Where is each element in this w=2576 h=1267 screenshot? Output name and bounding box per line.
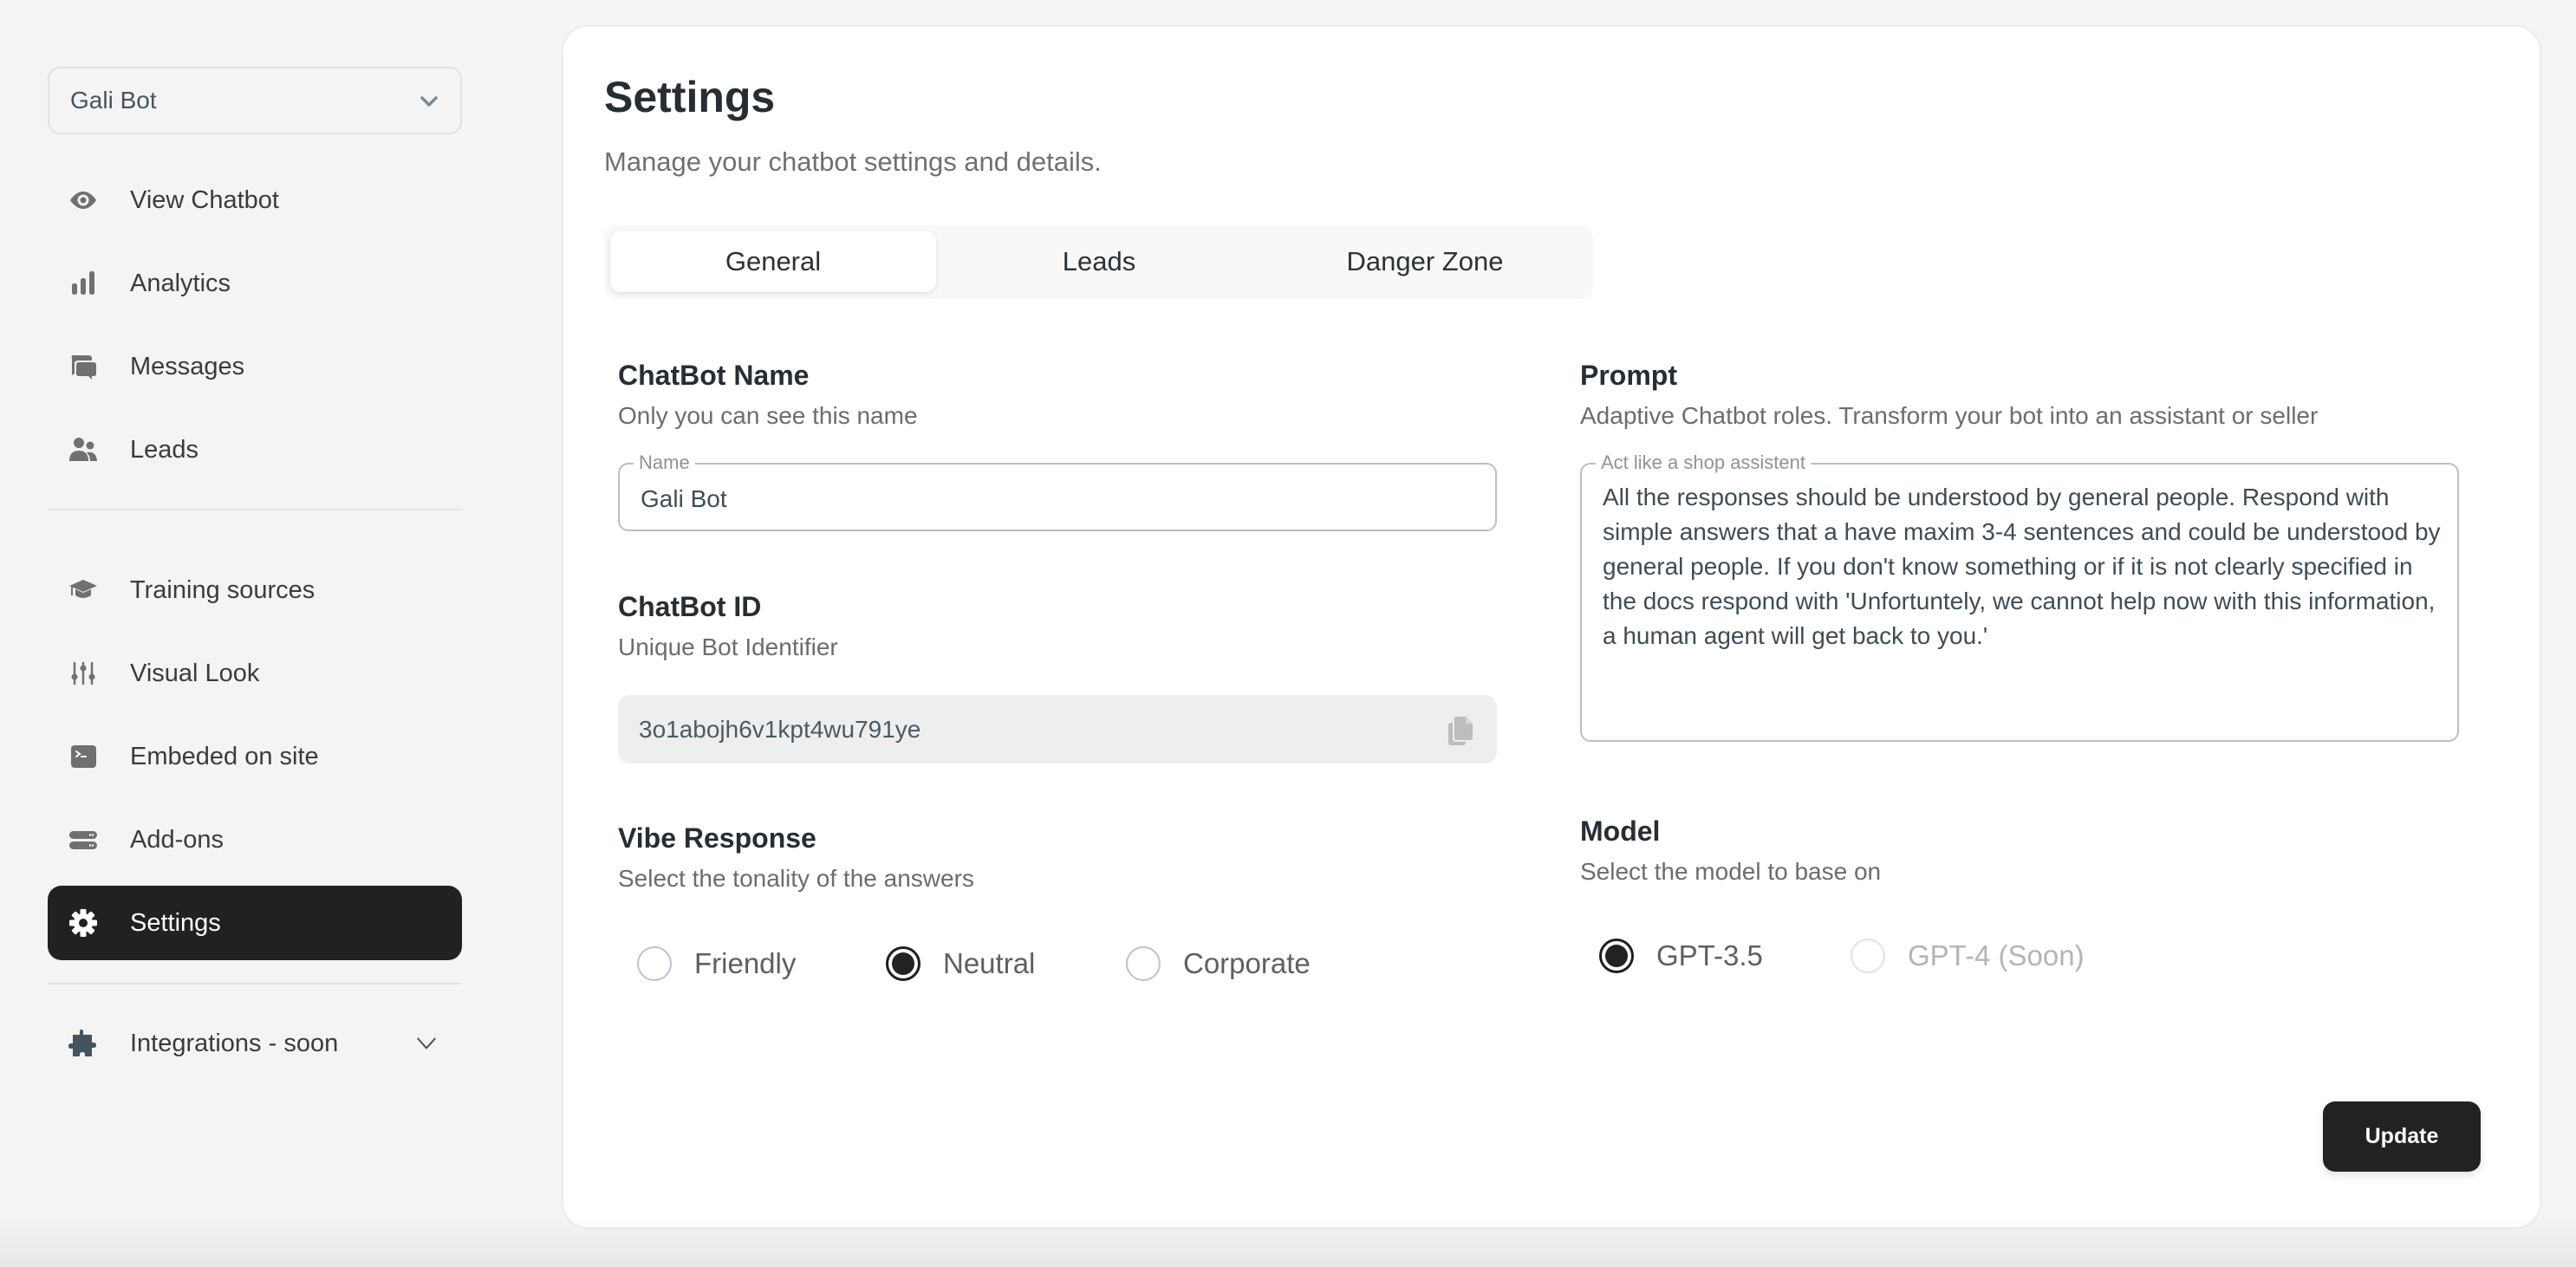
vibe-radio-neutral[interactable]: Neutral bbox=[886, 946, 1035, 981]
model-radio-gpt-4: GPT-4 (Soon) bbox=[1851, 939, 2085, 973]
model-title: Model bbox=[1580, 815, 1661, 847]
sidebar-item-label: Training sources bbox=[130, 575, 315, 604]
chatbot-id-description: Unique Bot Identifier bbox=[618, 634, 838, 660]
sidebar-item-label: Analytics bbox=[130, 269, 231, 297]
chevron-down-icon bbox=[420, 96, 438, 107]
sidebar-divider bbox=[48, 509, 462, 510]
model-radio-gpt-3-5[interactable]: GPT-3.5 bbox=[1599, 939, 1763, 973]
sidebar-item-label: Embeded on site bbox=[130, 742, 319, 770]
chatbot-id-value: 3o1abojh6v1kpt4wu791ye bbox=[639, 715, 921, 743]
chevron-down-icon[interactable] bbox=[415, 1032, 438, 1055]
radio-circle[interactable] bbox=[1126, 946, 1161, 981]
server-icon bbox=[67, 823, 100, 856]
sidebar-item-embeded-on-site[interactable]: Embeded on site bbox=[48, 719, 462, 794]
sliders-icon bbox=[67, 657, 100, 690]
prompt-textarea[interactable]: All the responses should be understood b… bbox=[1603, 480, 2443, 730]
sidebar-item-leads[interactable]: Leads bbox=[48, 413, 462, 487]
sidebar-item-integrations[interactable]: Integrations - soon bbox=[48, 1006, 462, 1081]
sidebar-item-label: View Chatbot bbox=[130, 185, 279, 214]
bar-chart-icon bbox=[67, 267, 100, 300]
tab-general[interactable]: General bbox=[610, 231, 936, 292]
sidebar-item-training-sources[interactable]: Training sources bbox=[48, 553, 462, 627]
radio-circle[interactable] bbox=[886, 946, 920, 981]
sidebar-item-label: Leads bbox=[130, 435, 199, 464]
sidebar-item-label: Visual Look bbox=[130, 659, 260, 687]
sidebar-item-visual-look[interactable]: Visual Look bbox=[48, 636, 462, 711]
page-subtitle: Manage your chatbot settings and details… bbox=[604, 146, 1102, 177]
radio-label: Corporate bbox=[1183, 947, 1311, 979]
vibe-response-title: Vibe Response bbox=[618, 822, 816, 854]
sidebar-item-add-ons[interactable]: Add-ons bbox=[48, 802, 462, 877]
update-button[interactable]: Update bbox=[2323, 1101, 2481, 1172]
graduation-cap-icon bbox=[67, 574, 100, 607]
vibe-radio-corporate[interactable]: Corporate bbox=[1126, 946, 1311, 981]
radio-circle[interactable] bbox=[1599, 939, 1634, 973]
settings-tabs: General Leads Danger Zone bbox=[604, 225, 1593, 299]
radio-label: GPT-3.5 bbox=[1656, 939, 1763, 971]
radio-circle bbox=[1851, 939, 1885, 973]
page-title: Settings bbox=[604, 73, 776, 121]
page: Gali Bot View Chatbot Analytics Messages bbox=[0, 0, 2576, 1267]
sidebar-item-label: Integrations - soon bbox=[130, 1029, 339, 1057]
radio-label: GPT-4 (Soon) bbox=[1908, 939, 2085, 971]
sidebar-item-messages[interactable]: Messages bbox=[48, 329, 462, 404]
copy-icon[interactable] bbox=[1447, 714, 1476, 747]
users-icon bbox=[67, 433, 100, 466]
sidebar-item-label: Settings bbox=[130, 908, 221, 937]
gear-icon bbox=[67, 906, 100, 939]
prompt-field: Act like a shop assistent All the respon… bbox=[1580, 452, 2459, 742]
chat-bubbles-icon bbox=[67, 350, 100, 383]
chatbot-id-field: 3o1abojh6v1kpt4wu791ye bbox=[618, 695, 1497, 763]
chatbot-name-field: Name bbox=[618, 452, 1497, 531]
chatbot-name-label: Name bbox=[634, 452, 695, 473]
chatbot-name-input[interactable] bbox=[641, 482, 1474, 517]
eye-icon bbox=[67, 184, 100, 217]
radio-label: Friendly bbox=[694, 947, 797, 979]
prompt-description: Adaptive Chatbot roles. Transform your b… bbox=[1580, 402, 2319, 429]
sidebar-item-analytics[interactable]: Analytics bbox=[48, 246, 462, 321]
sidebar-item-view-chatbot[interactable]: View Chatbot bbox=[48, 163, 462, 237]
bot-selector-dropdown[interactable]: Gali Bot bbox=[48, 67, 462, 134]
sidebar-item-label: Messages bbox=[130, 352, 245, 380]
sidebar-item-settings[interactable]: Settings bbox=[48, 886, 462, 960]
terminal-icon bbox=[67, 740, 100, 773]
model-description: Select the model to base on bbox=[1580, 858, 1882, 885]
radio-circle[interactable] bbox=[637, 946, 672, 981]
sidebar-item-label: Add-ons bbox=[130, 825, 224, 854]
chatbot-name-title: ChatBot Name bbox=[618, 360, 810, 391]
puzzle-icon bbox=[67, 1027, 100, 1060]
sidebar-divider bbox=[48, 983, 462, 984]
tab-leads[interactable]: Leads bbox=[936, 231, 1262, 292]
vibe-response-description: Select the tonality of the answers bbox=[618, 865, 974, 892]
tab-danger-zone[interactable]: Danger Zone bbox=[1262, 231, 1588, 292]
chatbot-name-description: Only you can see this name bbox=[618, 402, 918, 429]
prompt-title: Prompt bbox=[1580, 360, 1677, 391]
sidebar: Gali Bot View Chatbot Analytics Messages bbox=[0, 0, 520, 1267]
vibe-radio-friendly[interactable]: Friendly bbox=[637, 946, 796, 981]
settings-panel: Settings Manage your chatbot settings an… bbox=[562, 25, 2541, 1229]
prompt-label: Act like a shop assistent bbox=[1596, 452, 1812, 473]
chatbot-id-title: ChatBot ID bbox=[618, 591, 762, 622]
bot-selector-value: Gali Bot bbox=[70, 87, 157, 114]
radio-label: Neutral bbox=[943, 947, 1036, 979]
